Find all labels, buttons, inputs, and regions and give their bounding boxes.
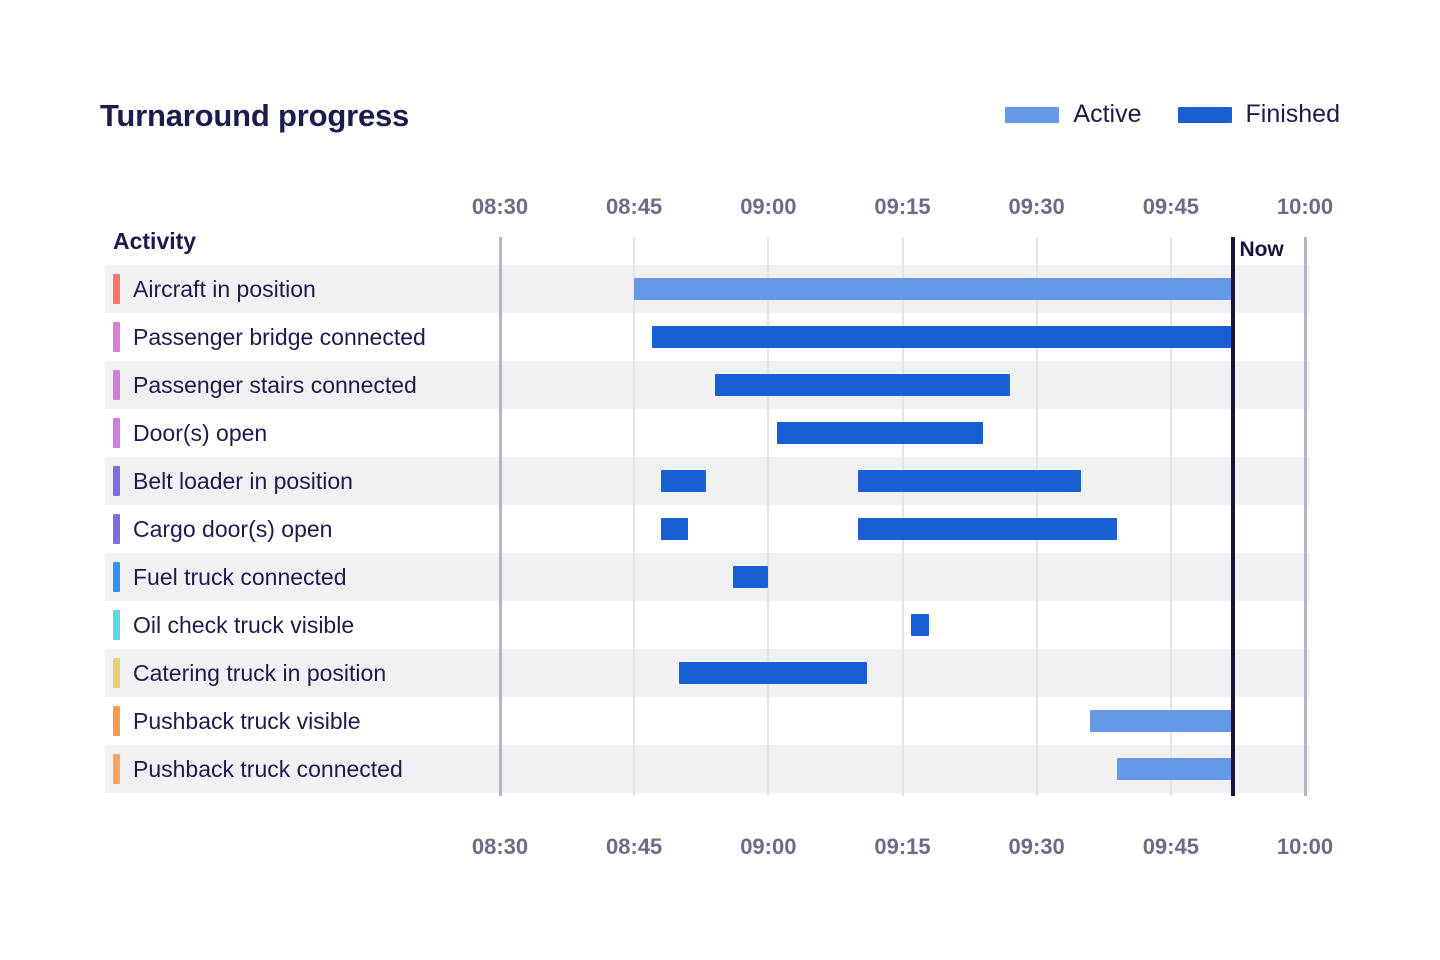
gantt-chart: Turnaround progress Active Finished 08:30… — [0, 0, 1440, 960]
axis-tick-0830: 08:30 — [471, 194, 529, 219]
axis-tick-1000: 10:00 — [1276, 834, 1334, 859]
axis-tick-0945: 09:45 — [1142, 194, 1199, 219]
axis-tick-0915: 09:15 — [874, 834, 931, 859]
axis-tick-0845: 08:45 — [606, 834, 663, 859]
now-line — [1231, 237, 1236, 796]
legend: Active Finished — [1005, 100, 1340, 129]
axis-tick-0900: 09:00 — [740, 834, 797, 859]
axis-tick-0930: 09:30 — [1008, 194, 1065, 219]
axis-tick-0915: 09:15 — [874, 194, 931, 219]
legend-swatch-active — [1005, 106, 1060, 123]
axis-tick-1000: 10:00 — [1276, 194, 1334, 219]
now-marker: Now — [105, 228, 1310, 796]
time-axis-bottom: 08:30 08:45 09:00 09:15 09:30 09:45 10:00 — [0, 834, 1440, 864]
axis-tick-0830: 08:30 — [471, 834, 529, 859]
legend-label: Active — [1073, 100, 1142, 128]
legend-swatch-finished — [1177, 106, 1232, 123]
axis-tick-0930: 09:30 — [1008, 834, 1065, 859]
legend-label: Finished — [1245, 100, 1341, 128]
plot-area: Activity Aircraft in position Passenger b… — [105, 228, 1310, 796]
legend-item-finished[interactable]: Finished — [1177, 100, 1341, 129]
axis-tick-0900: 09:00 — [740, 194, 797, 219]
time-axis-top: 08:30 08:45 09:00 09:15 09:30 09:45 10:00 — [0, 194, 1440, 224]
axis-tick-0845: 08:45 — [606, 194, 663, 219]
legend-item-active[interactable]: Active — [1005, 100, 1142, 129]
axis-tick-0945: 09:45 — [1142, 834, 1199, 859]
page-title: Turnaround progress — [100, 98, 410, 133]
now-label: Now — [1239, 238, 1284, 261]
